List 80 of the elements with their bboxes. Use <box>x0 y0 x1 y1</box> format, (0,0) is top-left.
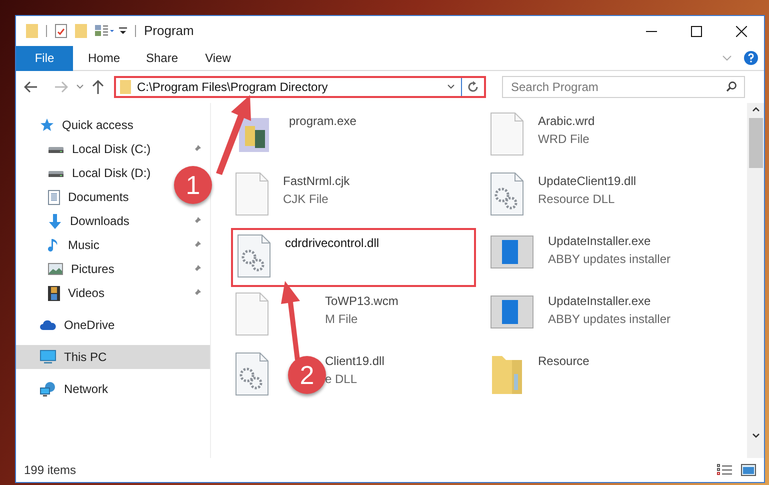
blank-file-icon <box>235 292 269 336</box>
ribbon-tab[interactable]: File <box>16 46 73 70</box>
properties-icon[interactable] <box>55 24 67 38</box>
dropdown-caret-icon[interactable] <box>447 84 455 90</box>
file-name: Resource <box>538 353 590 370</box>
cloud-icon <box>40 320 56 330</box>
file-name: UpdateInstaller.exe <box>548 293 652 310</box>
monitor-icon <box>40 350 56 364</box>
music-note-icon <box>48 238 60 252</box>
window-title: Program <box>144 22 194 40</box>
view-options-icon[interactable] <box>95 25 115 37</box>
gear-file-icon <box>490 172 524 216</box>
sidebar-item[interactable]: Videos <box>16 281 210 305</box>
close-icon <box>736 26 747 36</box>
search-icon <box>726 81 737 92</box>
scroll-down-icon[interactable] <box>752 433 760 438</box>
refresh-icon[interactable] <box>467 81 479 93</box>
large-icons-view-icon[interactable] <box>741 464 756 476</box>
search-field[interactable]: Search Program <box>502 76 745 98</box>
file-name: UpdateInstaller.exe <box>548 233 652 250</box>
scrollbar[interactable] <box>747 103 764 458</box>
file-type: CJK File <box>283 191 330 208</box>
help-icon[interactable] <box>744 51 758 65</box>
sidebar-item[interactable]: Local Disk (D:) <box>16 161 159 185</box>
file-type: ABBY updates installer <box>548 251 671 268</box>
address-bar[interactable]: C:\Program Files\Program Directory <box>114 76 486 98</box>
sidebar-item[interactable]: OneDrive <box>16 313 210 337</box>
download-arrow-icon <box>48 214 62 228</box>
file-type: ABBY updates installer <box>548 311 671 328</box>
blank-file-icon <box>490 112 524 156</box>
ribbon-tab[interactable]: View <box>189 46 247 70</box>
up-arrow-icon[interactable] <box>92 80 104 94</box>
file-name: ToWP13.wcm <box>325 293 398 310</box>
file-name: FastNrml.cjk <box>283 173 350 190</box>
file-type: Resource DLL <box>538 191 616 208</box>
folder-icon <box>120 80 131 94</box>
file-name: Arabic.wrd <box>538 113 595 130</box>
sidebar-item[interactable]: Music <box>16 233 210 257</box>
sidebar-item[interactable]: Network <box>16 377 210 401</box>
film-icon <box>48 286 60 300</box>
back-arrow-icon[interactable] <box>24 81 38 93</box>
recent-locations-icon[interactable] <box>76 84 84 90</box>
expand-ribbon-icon[interactable] <box>722 55 732 61</box>
sidebar-item[interactable]: Quick access <box>16 113 210 137</box>
drive-icon <box>48 144 64 154</box>
file-type: e DLL <box>325 371 358 388</box>
maximize-icon <box>691 26 702 36</box>
blank-file-icon <box>235 172 269 216</box>
highlighted-file-item[interactable]: cdrdrivecontrol.dll <box>231 228 476 287</box>
gear-file-icon <box>235 352 269 396</box>
document-icon <box>48 190 60 204</box>
star-icon <box>40 118 54 132</box>
picture-icon <box>48 263 63 275</box>
scroll-up-icon[interactable] <box>752 107 760 112</box>
sidebar-item[interactable]: Local Disk (C:) <box>16 137 210 161</box>
sidebar-item[interactable]: This PC <box>16 345 210 369</box>
ribbon-tab[interactable]: Home <box>73 46 131 70</box>
ribbon-tab[interactable]: Share <box>131 46 189 70</box>
forward-arrow-icon[interactable] <box>54 81 68 93</box>
item-count: 199 items <box>24 462 76 479</box>
minimize-icon <box>646 30 657 32</box>
file-type: M File <box>325 311 359 328</box>
drive-icon <box>48 168 64 178</box>
sidebar-item[interactable]: Documents <box>16 185 137 209</box>
details-view-icon[interactable] <box>717 464 733 476</box>
file-name: UpdateClient19.dll <box>538 173 636 190</box>
scrollbar-thumb[interactable] <box>748 118 762 168</box>
file-icon-area[interactable] <box>490 172 524 216</box>
sidebar-item[interactable]: Pictures <box>16 257 210 281</box>
folder-icon <box>26 24 38 38</box>
address-path: C:\Program Files\Program Directory <box>137 79 329 96</box>
file-name: cdrdrivecontrol.dll <box>285 235 380 252</box>
network-icon <box>40 382 56 396</box>
file-name: Client19.dll <box>325 353 384 370</box>
file-icon-area[interactable] <box>235 352 269 396</box>
file-name: program.exe <box>289 113 356 130</box>
file-type: WRD File <box>538 131 590 148</box>
gear-file-icon <box>237 234 271 278</box>
customize-toolbar-icon[interactable] <box>119 27 127 35</box>
sidebar-item[interactable]: Downloads <box>16 209 210 233</box>
